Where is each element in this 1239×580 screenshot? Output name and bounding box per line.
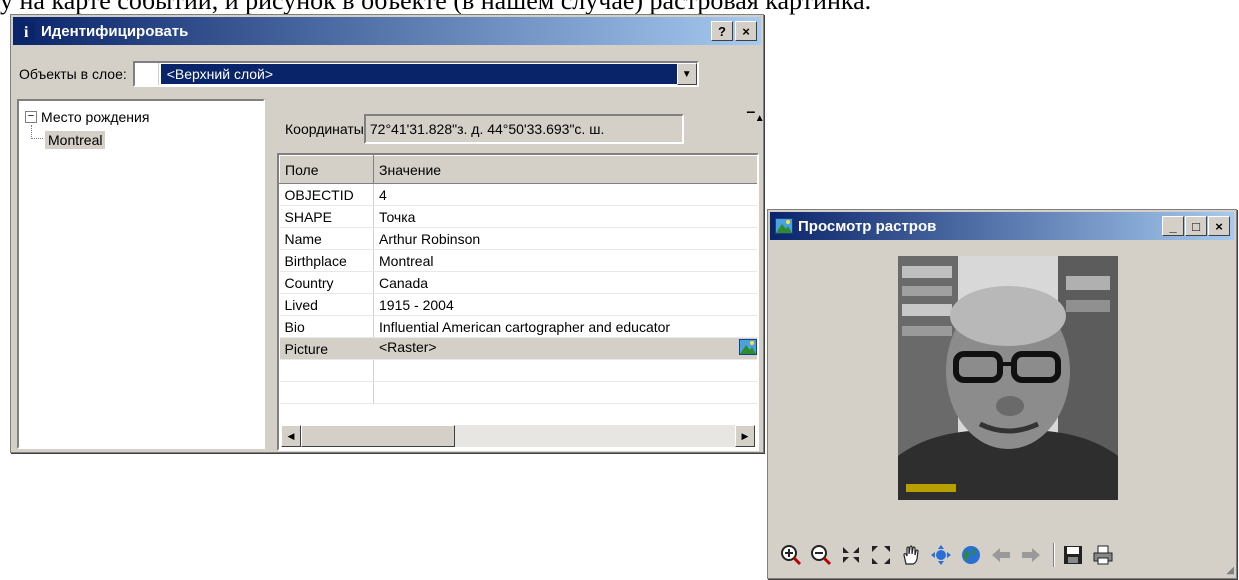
empty-cell [279, 381, 374, 404]
globe-icon[interactable] [958, 542, 984, 568]
column-header-value[interactable]: Значение [373, 155, 757, 184]
layer-dropdown[interactable]: <Верхний слой> ▼ [132, 61, 699, 87]
print-icon[interactable] [1090, 542, 1116, 568]
minimize-button[interactable]: _ [1162, 216, 1184, 236]
tree-connector [31, 125, 43, 139]
result-tree: − Место рождения Montreal [17, 99, 265, 449]
empty-cell [373, 359, 757, 382]
field-cell: OBJECTID [279, 183, 374, 206]
close-button[interactable]: × [1208, 216, 1230, 236]
scroll-thumb[interactable] [301, 425, 455, 447]
empty-cell [279, 359, 374, 382]
pin-icon[interactable]: ▔▲ [747, 113, 765, 124]
field-cell: Lived [279, 293, 374, 316]
table-row-selected[interactable]: Picture <Raster> [279, 337, 757, 360]
fixed-zoom-in-icon[interactable] [838, 542, 864, 568]
save-icon[interactable] [1060, 542, 1086, 568]
value-cell: Arthur Robinson [373, 227, 757, 250]
table-row-empty [279, 359, 757, 382]
table-row[interactable]: Birthplace Montreal [279, 249, 757, 272]
scroll-left-icon[interactable]: ◀ [281, 425, 301, 447]
column-header-field[interactable]: Поле [279, 155, 374, 184]
field-cell: Picture [279, 337, 374, 360]
forward-icon[interactable] [1018, 542, 1044, 568]
svg-text:i: i [24, 24, 29, 40]
zoom-in-icon[interactable] [778, 542, 804, 568]
value-cell: Montreal [373, 249, 757, 272]
table-row[interactable]: OBJECTID 4 [279, 183, 757, 206]
empty-cell [373, 381, 757, 404]
raster-image-icon [774, 216, 794, 236]
full-extent-icon[interactable] [928, 542, 954, 568]
value-cell[interactable]: <Raster> [373, 337, 757, 360]
zoom-out-icon[interactable] [808, 542, 834, 568]
viewer-title: Просмотр растров [798, 217, 937, 235]
resize-grip-icon[interactable]: ◢ [1226, 565, 1234, 576]
coordinates-row: Координаты 72°41'31.828"з. д. 44°50'33.6… [285, 113, 684, 145]
viewer-titlebar[interactable]: Просмотр растров _ □ × [770, 212, 1234, 240]
attribute-grid: Поле Значение OBJECTID 4 SHAPE Точка Name A… [277, 153, 759, 451]
raster-image-icon[interactable] [739, 339, 757, 358]
identify-window: i Идентифицировать ? × Объекты в слое: <… [10, 14, 765, 453]
info-icon: i [17, 21, 37, 41]
raster-value: <Raster> [379, 339, 437, 355]
field-cell: Bio [279, 315, 374, 338]
raster-photo [898, 256, 1118, 500]
layer-selector-row: Объекты в слое: <Верхний слой> ▼ [19, 59, 759, 89]
layer-label: Объекты в слое: [19, 66, 127, 82]
scroll-right-icon[interactable]: ▶ [735, 425, 755, 447]
layer-dropdown-value: <Верхний слой> [160, 64, 677, 84]
table-row[interactable]: Lived 1915 - 2004 [279, 293, 757, 316]
table-row[interactable]: Bio Influential American cartographer and… [279, 315, 757, 338]
table-row-empty [279, 381, 757, 404]
coordinates-field: 72°41'31.828"з. д. 44°50'33.693"с. ш. [363, 114, 684, 144]
close-button[interactable]: × [735, 21, 757, 41]
coordinates-label: Координаты [285, 121, 364, 137]
viewer-toolbar [778, 540, 1120, 570]
tree-node-child[interactable]: Montreal [45, 131, 106, 149]
table-row[interactable]: Country Canada [279, 271, 757, 294]
field-cell: Country [279, 271, 374, 294]
fixed-zoom-out-icon[interactable] [868, 542, 894, 568]
collapse-icon[interactable]: − [25, 111, 37, 123]
value-cell: Точка [373, 205, 757, 228]
field-cell: SHAPE [279, 205, 374, 228]
identify-title: Идентифицировать [41, 22, 189, 40]
dropdown-arrow-icon[interactable]: ▼ [676, 63, 697, 85]
layer-swatch [134, 63, 159, 85]
raster-viewer-window: Просмотр растров _ □ × ◢ [767, 209, 1237, 579]
back-icon[interactable] [988, 542, 1014, 568]
value-cell: 4 [373, 183, 757, 206]
tree-node-child-label: Montreal [45, 131, 106, 149]
field-cell: Birthplace [279, 249, 374, 272]
identify-titlebar[interactable]: i Идентифицировать ? × [13, 17, 761, 45]
help-button[interactable]: ? [711, 21, 733, 41]
tree-node-root-label: Место рождения [41, 109, 150, 125]
toolbar-separator [1053, 543, 1055, 567]
table-row[interactable]: Name Arthur Robinson [279, 227, 757, 250]
pan-icon[interactable] [898, 542, 924, 568]
field-cell: Name [279, 227, 374, 250]
horizontal-scrollbar[interactable]: ◀ ▶ [281, 425, 755, 447]
table-row[interactable]: SHAPE Точка [279, 205, 757, 228]
value-cell: Influential American cartographer and ed… [373, 315, 757, 338]
value-cell: 1915 - 2004 [373, 293, 757, 316]
maximize-button[interactable]: □ [1185, 216, 1207, 236]
value-cell: Canada [373, 271, 757, 294]
tree-node-root[interactable]: − Место рождения [25, 109, 149, 125]
